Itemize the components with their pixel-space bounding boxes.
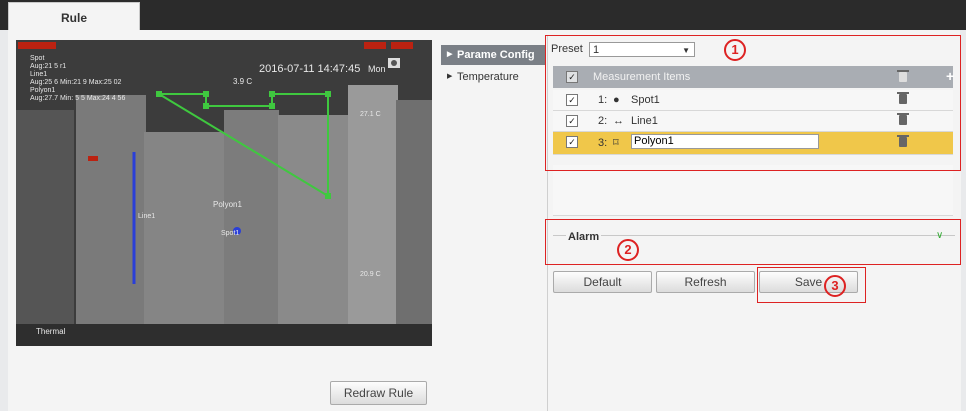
tab-rule[interactable]: Rule	[8, 2, 140, 33]
roi-vertex	[156, 91, 162, 97]
callout-number-3: 3	[824, 275, 846, 297]
caret-right-icon: ▶	[447, 73, 453, 80]
roi-vertex	[203, 91, 209, 97]
table-empty-area	[553, 165, 953, 216]
callout-number-2: 2	[617, 239, 639, 261]
callout-box-alarm	[545, 219, 961, 265]
osd-measurement-info: Spot Aug:21 5 r1 Line1 Aug:25 6 Min:21 9…	[30, 55, 126, 102]
osd-weekday: Mon	[368, 64, 386, 74]
thermal-video-preview[interactable]: Spot Aug:21 5 r1 Line1 Aug:25 6 Min:21 9…	[16, 40, 432, 346]
roi-vertex	[269, 103, 275, 109]
redraw-rule-button[interactable]: Redraw Rule	[330, 381, 427, 405]
nav-temperature[interactable]: ▶ Temperature	[441, 67, 546, 87]
roi-vertex	[269, 91, 275, 97]
refresh-button[interactable]: Refresh	[656, 271, 755, 293]
nav-temperature-label: Temperature	[457, 71, 519, 83]
polygon-label: Polyon1	[213, 200, 242, 209]
osd-red-marker	[364, 42, 386, 49]
default-button[interactable]: Default	[553, 271, 652, 293]
polygon-roi	[158, 93, 329, 198]
line-label: Line1	[138, 213, 156, 220]
osd-timestamp: 2016-07-11 14:47:45	[259, 63, 361, 75]
nav-parame-config[interactable]: ▶ Parame Config	[441, 45, 546, 65]
osd-value: 3.9 C	[233, 77, 253, 86]
osd-red-marker	[88, 156, 98, 161]
osd-value: 27.1 C	[360, 111, 381, 118]
roi-vertex	[203, 103, 209, 109]
roi-vertex	[325, 193, 331, 199]
nav-parame-config-label: Parame Config	[457, 49, 535, 61]
camera-icon-lens	[391, 60, 397, 66]
callout-number-1: 1	[724, 39, 746, 61]
osd-red-marker	[391, 42, 413, 49]
roi-vertex	[325, 91, 331, 97]
osd-value: 20.9 C	[360, 271, 381, 278]
osd-red-marker	[18, 42, 56, 49]
caret-right-icon: ▶	[447, 51, 453, 58]
callout-box-save	[757, 267, 866, 303]
callout-box-measurement-table	[545, 35, 961, 171]
osd-watermark: Thermal	[36, 327, 66, 336]
top-bar	[0, 0, 966, 30]
spot-label: Spot1	[221, 230, 240, 237]
